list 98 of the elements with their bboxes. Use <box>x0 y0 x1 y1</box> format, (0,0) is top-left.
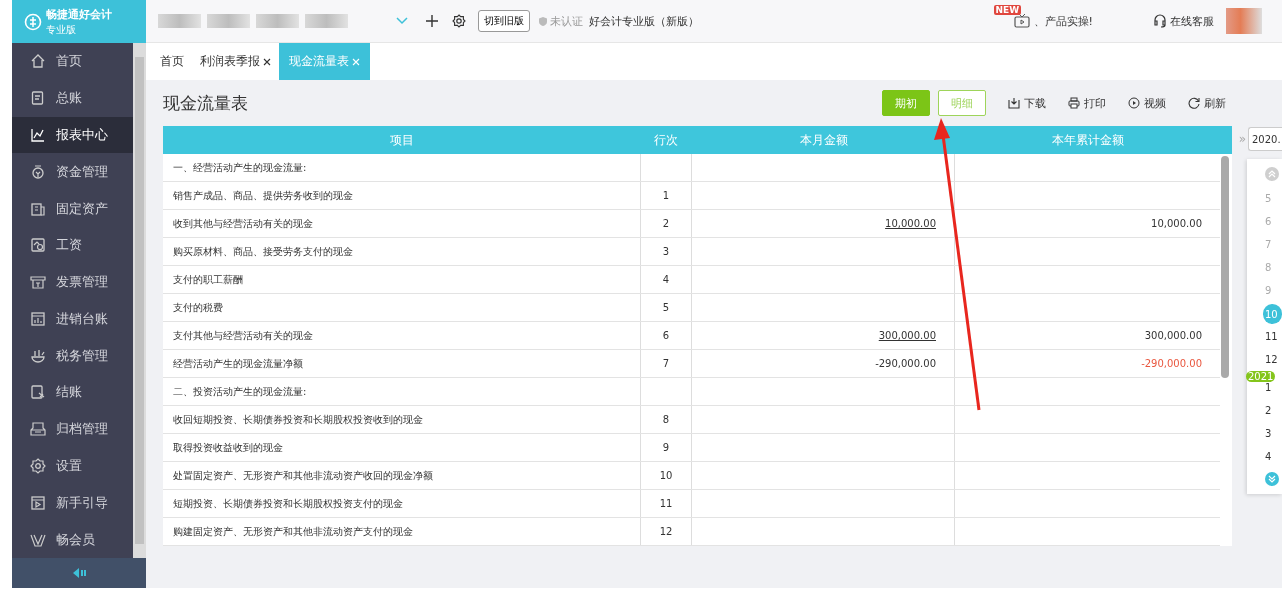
printer-icon <box>1068 97 1080 109</box>
play-icon <box>1128 97 1140 109</box>
table-cell-text: 购买原材料、商品、接受劳务支付的现金 <box>172 244 354 259</box>
settings-icon[interactable] <box>452 14 466 28</box>
tab[interactable]: 首页 <box>152 43 192 80</box>
sidebar-item[interactable]: 总账 <box>12 79 133 117</box>
new-badge: NEW <box>993 5 1022 15</box>
product-label: 好会计专业版（新版） <box>589 13 699 29</box>
sidebar-item[interactable]: 工资 <box>12 226 133 264</box>
toolbar-button[interactable]: 打印 <box>1068 95 1106 111</box>
table-cell: 5 <box>640 294 692 321</box>
column-header: 项目 <box>388 131 415 149</box>
table-cell-text: 一、经营活动产生的现金流量: <box>172 160 308 175</box>
month-item[interactable]: 11 <box>1251 325 1278 348</box>
table-cell: 4 <box>640 266 692 293</box>
logo-icon <box>24 12 42 31</box>
table-cell: 300,000.00 <box>1144 330 1202 341</box>
plus-icon[interactable] <box>426 15 438 27</box>
download-icon <box>1008 97 1020 109</box>
collapse-icon <box>72 567 86 579</box>
toolbar-button[interactable]: 视频 <box>1128 95 1166 111</box>
building-icon <box>30 200 46 217</box>
support-link[interactable]: 在线客服 <box>1153 13 1214 29</box>
month-item[interactable]: 3 <box>1251 422 1272 445</box>
table-cell: 9 <box>640 434 692 461</box>
headset-icon <box>1153 14 1167 28</box>
table-cell-text: 经营活动产生的现金流量净额 <box>172 356 304 371</box>
sidebar-item[interactable]: 固定资产 <box>12 190 133 227</box>
table-cell: 2 <box>640 210 692 237</box>
tv-icon <box>1013 14 1030 28</box>
column-header: 本年累计金额 <box>1050 131 1125 149</box>
certification-status: 未认证 <box>550 13 583 29</box>
chevron-down-icon[interactable] <box>396 17 408 25</box>
archive-tray-icon <box>30 421 46 438</box>
month-item[interactable]: 2 <box>1251 399 1272 422</box>
table-cell-text: 收回短期投资、长期债券投资和长期股权投资收到的现金 <box>172 412 424 427</box>
table-cell: 11 <box>640 490 692 517</box>
sidebar-item[interactable]: 归档管理 <box>12 410 133 448</box>
table-cell: -290,000.00 <box>875 358 936 369</box>
sidebar-item[interactable]: 发票管理 <box>12 263 133 301</box>
app-name: 畅捷通好会计 <box>46 6 112 22</box>
sidebar-item[interactable]: 资金管理 <box>12 153 133 191</box>
sidebar-item[interactable]: 报表中心 <box>12 116 133 154</box>
table-cell-text: 销售产成品、商品、提供劳务收到的现金 <box>172 188 354 203</box>
table-cell-text: 收到其他与经营活动有关的现金 <box>172 216 314 231</box>
table-cell-text: 支付的税费 <box>172 300 224 315</box>
refresh-icon <box>1188 97 1200 109</box>
sidebar-item[interactable]: 畅会员 <box>12 521 133 558</box>
column-header: 本月金额 <box>798 131 849 149</box>
table-cell: 10 <box>640 462 692 489</box>
sidebar-item[interactable]: 进销台账 <box>12 300 133 338</box>
sidebar-item[interactable]: 税务管理 <box>12 337 133 375</box>
table-cell: 6 <box>640 322 692 349</box>
invoice-icon <box>30 274 46 291</box>
switch-version-button[interactable]: 切到旧版 <box>478 10 530 32</box>
sidebar-item[interactable]: 首页 <box>12 43 133 80</box>
page-title: 现金流量表 <box>163 91 249 115</box>
toolbar-button[interactable]: 刷新 <box>1188 95 1226 111</box>
shield-icon <box>538 15 548 27</box>
table-cell: 3 <box>640 238 692 265</box>
table-cell-text: 支付其他与经营活动有关的现金 <box>172 328 314 343</box>
table-cell-text: 支付的职工薪酬 <box>172 272 244 287</box>
sidebar-item[interactable]: 结账 <box>12 374 133 411</box>
video-icon <box>30 494 46 511</box>
month-item[interactable]: 12 <box>1251 348 1278 371</box>
chart-icon <box>30 126 46 143</box>
edition-label: 专业版 <box>46 22 77 37</box>
sidebar-item[interactable]: 新手引导 <box>12 484 133 522</box>
amount-link[interactable]: 10,000.00 <box>885 218 936 229</box>
money-bag-icon <box>30 163 46 180</box>
table-cell: 12 <box>640 518 692 545</box>
column-header: 行次 <box>653 131 679 149</box>
table-cell: -290,000.00 <box>1141 358 1202 369</box>
table-cell: 7 <box>640 350 692 377</box>
register-icon <box>30 310 46 327</box>
scroll-down-icon[interactable] <box>1265 472 1279 486</box>
table-cell: 10,000.00 <box>1151 218 1202 229</box>
news-ticker[interactable]: 、产品实操! <box>1033 13 1093 29</box>
settings-icon <box>30 458 46 474</box>
avatar <box>1226 8 1262 34</box>
month-item[interactable]: 4 <box>1251 445 1272 468</box>
sidebar-item[interactable]: 设置 <box>12 447 133 485</box>
home-icon <box>30 53 46 70</box>
tab[interactable]: 利润表季报 <box>192 43 279 80</box>
table-cell-text: 二、投资活动产生的现金流量: <box>172 384 308 399</box>
table-cell-text: 取得投资收益收到的现金 <box>172 440 284 455</box>
table-cell: 1 <box>640 182 692 209</box>
table-cell-text: 处置固定资产、无形资产和其他非流动资产收回的现金净额 <box>172 468 434 483</box>
amount-link[interactable]: 300,000.00 <box>878 330 936 341</box>
ledger-icon <box>30 90 46 107</box>
table-cell-text: 购建固定资产、无形资产和其他非流动资产支付的现金 <box>172 524 414 539</box>
date-field[interactable]: 2020. <box>1248 127 1282 151</box>
close-icon[interactable] <box>263 57 271 66</box>
table-cell: 8 <box>640 406 692 433</box>
table-cell-text: 短期投资、长期债券投资和长期股权投资支付的现金 <box>172 496 404 511</box>
year-badge: 2021 <box>1246 371 1276 382</box>
toolbar-button[interactable]: 下载 <box>1008 95 1046 111</box>
scroll-up-icon[interactable] <box>1265 167 1279 181</box>
